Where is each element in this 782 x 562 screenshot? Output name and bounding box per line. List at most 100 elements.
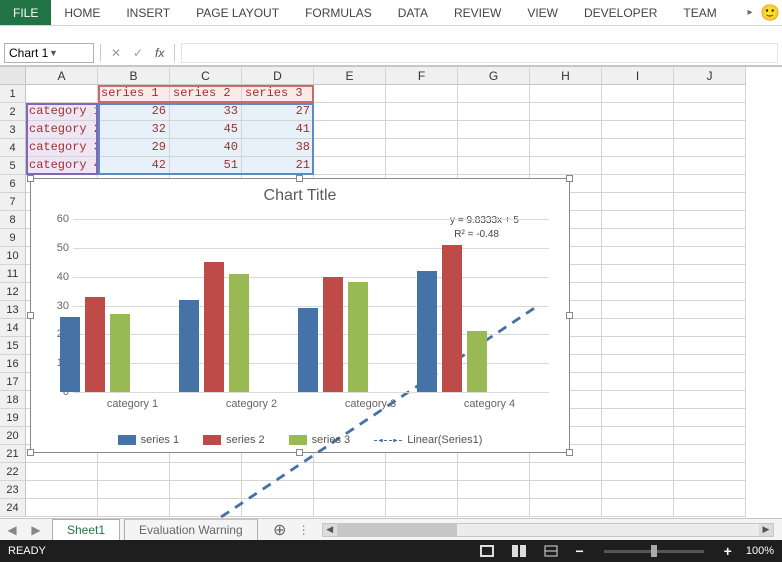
bar-series2-0[interactable] bbox=[85, 297, 105, 392]
cell-J2[interactable] bbox=[674, 103, 746, 121]
formula-confirm-icon[interactable]: ✓ bbox=[129, 46, 147, 60]
row-header-3[interactable]: 3 bbox=[0, 121, 26, 139]
cell-C1[interactable]: series 2 bbox=[170, 85, 242, 103]
row-header-21[interactable]: 21 bbox=[0, 445, 26, 463]
cell-J6[interactable] bbox=[674, 175, 746, 193]
fx-label[interactable]: fx bbox=[151, 46, 168, 60]
col-header-F[interactable]: F bbox=[386, 67, 458, 85]
row-header-13[interactable]: 13 bbox=[0, 301, 26, 319]
cell-C3[interactable]: 45 bbox=[170, 121, 242, 139]
legend-item-series2[interactable]: series 2 bbox=[203, 434, 265, 446]
row-header-15[interactable]: 15 bbox=[0, 337, 26, 355]
col-header-C[interactable]: C bbox=[170, 67, 242, 85]
cell-J1[interactable] bbox=[674, 85, 746, 103]
name-box[interactable]: Chart 1 ▼ bbox=[4, 43, 94, 63]
cell-I20[interactable] bbox=[602, 427, 674, 445]
bar-series1-3[interactable] bbox=[417, 271, 437, 392]
row-header-20[interactable]: 20 bbox=[0, 427, 26, 445]
cell-J13[interactable] bbox=[674, 301, 746, 319]
bar-series2-2[interactable] bbox=[323, 277, 343, 392]
row-header-19[interactable]: 19 bbox=[0, 409, 26, 427]
ribbon-more-icon[interactable]: ▸ bbox=[742, 0, 758, 25]
cell-J23[interactable] bbox=[674, 481, 746, 499]
cell-A1[interactable] bbox=[26, 85, 98, 103]
cell-B4[interactable]: 29 bbox=[98, 139, 170, 157]
cell-A3[interactable]: category 2 bbox=[26, 121, 98, 139]
row-header-8[interactable]: 8 bbox=[0, 211, 26, 229]
bar-series3-0[interactable] bbox=[110, 314, 130, 392]
cell-G4[interactable] bbox=[458, 139, 530, 157]
row-header-1[interactable]: 1 bbox=[0, 85, 26, 103]
resize-handle[interactable] bbox=[566, 449, 573, 456]
bar-series1-2[interactable] bbox=[298, 308, 318, 392]
row-header-17[interactable]: 17 bbox=[0, 373, 26, 391]
col-header-H[interactable]: H bbox=[530, 67, 602, 85]
cell-I11[interactable] bbox=[602, 265, 674, 283]
row-header-18[interactable]: 18 bbox=[0, 391, 26, 409]
chart-legend[interactable]: series 1 series 2 series 3 Linear(Series… bbox=[31, 434, 569, 446]
resize-handle[interactable] bbox=[566, 175, 573, 182]
cell-J8[interactable] bbox=[674, 211, 746, 229]
row-header-23[interactable]: 23 bbox=[0, 481, 26, 499]
cell-B1[interactable]: series 1 bbox=[98, 85, 170, 103]
view-page-layout-icon[interactable] bbox=[509, 543, 529, 559]
ribbon-tab-page-layout[interactable]: PAGE LAYOUT bbox=[183, 0, 292, 25]
cell-F1[interactable] bbox=[386, 85, 458, 103]
scroll-thumb[interactable] bbox=[337, 524, 457, 536]
cell-I13[interactable] bbox=[602, 301, 674, 319]
col-header-B[interactable]: B bbox=[98, 67, 170, 85]
cell-A5[interactable]: category 4 bbox=[26, 157, 98, 175]
row-header-14[interactable]: 14 bbox=[0, 319, 26, 337]
cell-I21[interactable] bbox=[602, 445, 674, 463]
cell-J17[interactable] bbox=[674, 373, 746, 391]
cell-A4[interactable]: category 3 bbox=[26, 139, 98, 157]
row-header-16[interactable]: 16 bbox=[0, 355, 26, 373]
row-header-7[interactable]: 7 bbox=[0, 193, 26, 211]
zoom-percent[interactable]: 100% bbox=[746, 545, 774, 557]
row-header-2[interactable]: 2 bbox=[0, 103, 26, 121]
cell-J14[interactable] bbox=[674, 319, 746, 337]
row-header-9[interactable]: 9 bbox=[0, 229, 26, 247]
cell-F3[interactable] bbox=[386, 121, 458, 139]
cell-J15[interactable] bbox=[674, 337, 746, 355]
smiley-icon[interactable]: 🙂 bbox=[758, 0, 782, 25]
ribbon-tab-insert[interactable]: INSERT bbox=[113, 0, 183, 25]
cell-D3[interactable]: 41 bbox=[242, 121, 314, 139]
resize-handle[interactable] bbox=[27, 449, 34, 456]
cell-J18[interactable] bbox=[674, 391, 746, 409]
cell-I15[interactable] bbox=[602, 337, 674, 355]
cell-H3[interactable] bbox=[530, 121, 602, 139]
row-header-4[interactable]: 4 bbox=[0, 139, 26, 157]
cell-B3[interactable]: 32 bbox=[98, 121, 170, 139]
formula-cancel-icon[interactable]: ✕ bbox=[107, 46, 125, 60]
resize-handle[interactable] bbox=[27, 175, 34, 182]
cell-J20[interactable] bbox=[674, 427, 746, 445]
cell-I6[interactable] bbox=[602, 175, 674, 193]
chart-title[interactable]: Chart Title bbox=[31, 179, 569, 209]
row-header-5[interactable]: 5 bbox=[0, 157, 26, 175]
cell-E5[interactable] bbox=[314, 157, 386, 175]
cell-B2[interactable]: 26 bbox=[98, 103, 170, 121]
cell-I19[interactable] bbox=[602, 409, 674, 427]
ribbon-tab-data[interactable]: DATA bbox=[385, 0, 441, 25]
cell-B5[interactable]: 42 bbox=[98, 157, 170, 175]
worksheet-grid[interactable]: ABCDEFGHIJ 12345678910111213141516171819… bbox=[0, 66, 782, 524]
cell-H1[interactable] bbox=[530, 85, 602, 103]
col-header-D[interactable]: D bbox=[242, 67, 314, 85]
legend-item-series3[interactable]: series 3 bbox=[289, 434, 351, 446]
cell-I5[interactable] bbox=[602, 157, 674, 175]
col-header-I[interactable]: I bbox=[602, 67, 674, 85]
sheet-tab-warning[interactable]: Evaluation Warning bbox=[124, 519, 258, 540]
row-header-24[interactable]: 24 bbox=[0, 499, 26, 517]
cell-J10[interactable] bbox=[674, 247, 746, 265]
col-header-G[interactable]: G bbox=[458, 67, 530, 85]
cell-J16[interactable] bbox=[674, 355, 746, 373]
view-page-break-icon[interactable] bbox=[541, 543, 561, 559]
bar-series3-3[interactable] bbox=[467, 331, 487, 392]
col-header-A[interactable]: A bbox=[26, 67, 98, 85]
cell-I17[interactable] bbox=[602, 373, 674, 391]
cell-D4[interactable]: 38 bbox=[242, 139, 314, 157]
cell-J9[interactable] bbox=[674, 229, 746, 247]
legend-item-series1[interactable]: series 1 bbox=[118, 434, 180, 446]
cell-C5[interactable]: 51 bbox=[170, 157, 242, 175]
